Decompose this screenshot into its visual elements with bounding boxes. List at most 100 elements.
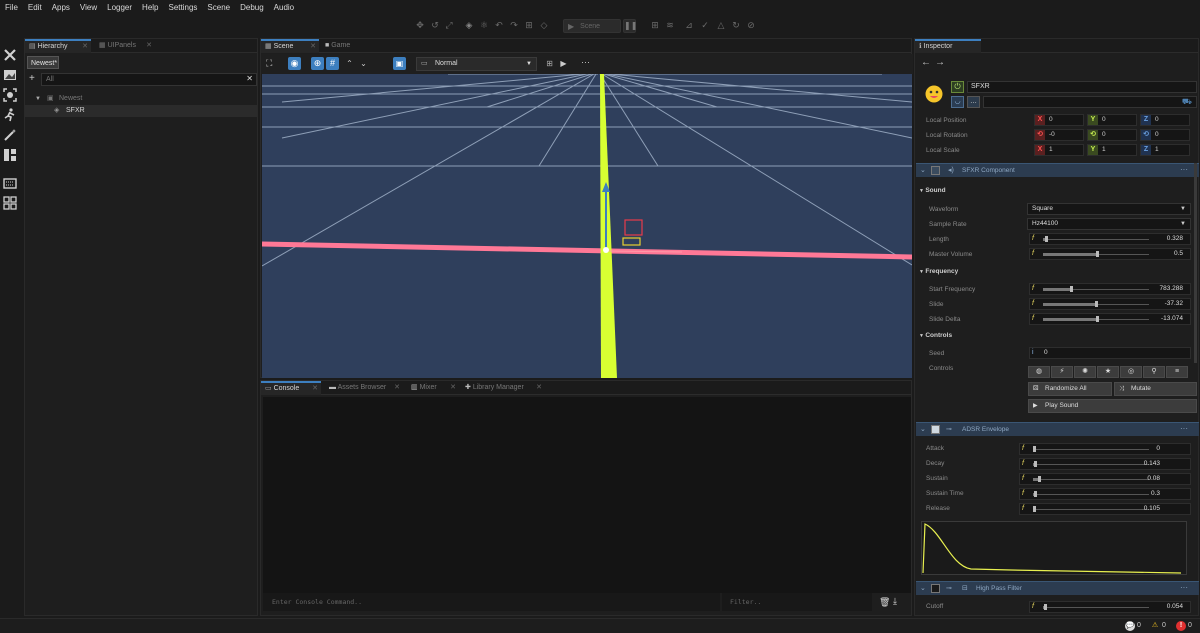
component-menu-icon[interactable]: ··· [1180,423,1188,434]
image-icon[interactable] [3,68,17,82]
position-x-field[interactable]: X0 [1034,114,1084,126]
gizmo-icon[interactable]: ⊕ [311,57,324,70]
move-tool-icon[interactable]: ✥ [415,20,425,30]
tab-inspector[interactable]: ℹ Inspector [915,39,981,53]
download-icon[interactable]: ⤓ [893,596,897,607]
slide-delta-slider[interactable]: f -13.074 [1029,313,1191,325]
adsr-component-header[interactable]: ⌄ ⊸ ADSR Envelope ··· [916,422,1199,436]
rotation-z-field[interactable]: ⟲ 0 [1140,129,1190,141]
sustain-slider[interactable]: f 0.08 [1019,473,1191,485]
run-icon[interactable] [3,108,17,122]
forward-arrow-icon[interactable]: → [935,57,945,68]
slide-slider[interactable]: f -37.32 [1029,298,1191,310]
error-icon[interactable]: ! [1176,621,1186,631]
component-menu-icon[interactable]: ··· [1180,164,1188,175]
collapse-icon[interactable]: ⌄ [920,423,926,436]
keyboard-icon[interactable] [3,176,17,190]
message-icon[interactable]: 💬 [1125,621,1135,631]
pause-button[interactable]: ❚❚ [623,19,637,33]
check-icon[interactable]: ✓ [700,20,710,30]
menu-settings[interactable]: Settings [169,3,198,12]
controls-section-header[interactable]: ▼ Controls [919,330,952,342]
menu-scene[interactable]: Scene [207,3,230,12]
tools-icon[interactable] [3,48,17,62]
menu-help[interactable]: Help [142,3,158,12]
preset-explosion-icon[interactable]: ✺ [1074,366,1096,378]
scene-viewport[interactable] [262,74,912,378]
rotate-tool-icon[interactable]: ↺ [430,20,440,30]
layout-icon[interactable] [3,148,17,162]
master-volume-slider[interactable]: f 0.5 [1029,248,1191,260]
scene-filter-dropdown[interactable]: Newest* [27,56,59,69]
decay-slider[interactable]: f 0.143 [1019,458,1191,470]
chevron-up-icon[interactable]: ⌃ [343,57,356,70]
add-icon[interactable]: + [29,73,35,85]
layers-icon[interactable]: ◈ [464,20,474,30]
rotation-y-field[interactable]: ⟲ 0 [1087,129,1137,141]
menu-audio[interactable]: Audio [274,3,294,12]
menu-view[interactable]: View [80,3,97,12]
tree-item-sfxr[interactable]: ◈ SFXR [25,105,257,117]
play-button[interactable]: ▶ Scene [563,19,621,33]
fullscreen-icon[interactable]: ⛶ [266,57,279,70]
power-toggle-icon[interactable]: ⏻ [951,81,964,93]
cutoff-slider[interactable]: f 0.054 [1029,601,1191,613]
hpf-enabled-checkbox[interactable] [931,584,940,593]
object-name-input[interactable]: SFXR [967,81,1197,93]
warning-icon[interactable]: △ [716,20,726,30]
close-icon[interactable]: ✕ [82,41,88,53]
tab-game[interactable]: ■ Game [321,39,377,53]
hpf-component-header[interactable]: ⌄ ⊸ ⊟ High Pass Filter ··· [916,581,1199,595]
inspector-scrollbar[interactable] [1194,163,1197,363]
trash-icon[interactable]: 🗑 [879,597,890,608]
position-z-field[interactable]: Z0 [1140,114,1190,126]
tab-library-manager[interactable]: ✚ Library Manager ✕ [461,381,545,395]
magic-wand-icon[interactable] [3,128,17,142]
layer-menu-icon[interactable]: … [967,96,980,108]
adsr-enabled-checkbox[interactable] [931,425,940,434]
mutate-button[interactable]: ⤨ Mutate [1114,382,1197,396]
tab-hierarchy[interactable]: ▤ Hierarchy ✕ [25,39,91,53]
network-icon[interactable]: ⊞ [650,20,660,30]
console-filter-input[interactable]: Filter.. [722,593,872,611]
globe-icon[interactable]: ◉ [288,57,301,70]
tab-assets-browser[interactable]: ▬ Assets Browser ✕ [325,381,403,395]
visibility-toggle-icon[interactable]: ◡ [951,96,964,108]
sample-rate-dropdown[interactable]: Hz44100 ▼ [1027,218,1191,230]
object-tags-input[interactable]: ⛟ [983,96,1197,108]
more-options-icon[interactable]: ··· [579,57,592,70]
preset-blip-icon[interactable]: ≡ [1166,366,1188,378]
menu-logger[interactable]: Logger [107,3,132,12]
close-icon[interactable]: ✕ [536,381,542,395]
sfxr-enabled-checkbox[interactable] [931,166,940,175]
close-icon[interactable]: ✕ [310,41,316,53]
preset-coin-icon[interactable]: ◍ [1028,366,1050,378]
play-sound-button[interactable]: ▶ Play Sound [1028,399,1197,413]
tab-uipanels[interactable]: ▦ UIPanels ✕ [95,39,155,53]
preset-hit-icon[interactable]: ◎ [1120,366,1142,378]
preset-laser-icon[interactable]: ⚡ [1051,366,1073,378]
frequency-section-header[interactable]: ▼ Frequency [919,266,958,278]
randomize-all-button[interactable]: ⚄ Randomize All [1028,382,1112,396]
console-command-input[interactable]: Enter Console Command.. [263,593,720,611]
wifi-icon[interactable]: ≋ [665,20,675,30]
collapse-icon[interactable]: ⌄ [920,164,926,177]
scale-x-field[interactable]: X1 [1034,144,1084,156]
ortho-icon[interactable]: ◇ [539,20,549,30]
position-y-field[interactable]: Y0 [1087,114,1137,126]
menu-apps[interactable]: Apps [52,3,70,12]
grid-snap-icon[interactable]: ⊞ [524,20,534,30]
chart-icon[interactable]: ⊿ [684,20,694,30]
clear-search-icon[interactable]: ✕ [246,73,253,85]
tree-item-scene[interactable]: ▼ ▣ Newest [25,93,257,105]
back-arrow-icon[interactable]: ← [921,57,931,68]
sound-section-header[interactable]: ▼ Sound [919,185,946,197]
collapse-icon[interactable]: ⌄ [920,582,926,595]
attack-slider[interactable]: f0 [1019,443,1191,455]
chevron-down-icon[interactable]: ⌄ [357,57,370,70]
close-icon[interactable]: ✕ [146,39,152,53]
tab-scene[interactable]: ▦ Scene ✕ [261,39,319,53]
seed-field[interactable]: i0 [1029,347,1191,359]
rotation-x-field[interactable]: ⟲ -0 [1034,129,1084,141]
hierarchy-search-input[interactable]: All [41,73,257,86]
